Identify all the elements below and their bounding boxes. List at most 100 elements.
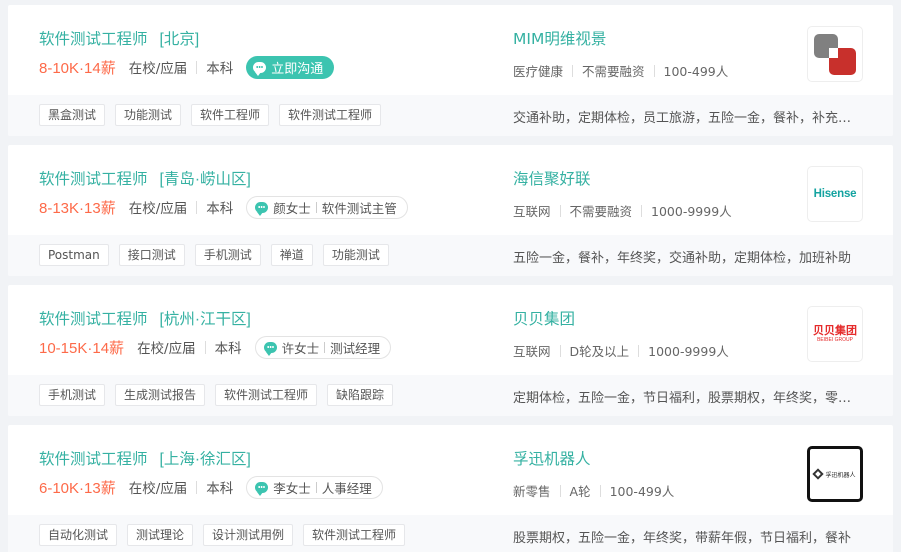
company-logo[interactable] bbox=[807, 26, 863, 82]
skill-tag: 手机测试 bbox=[39, 384, 106, 406]
skill-tag: 软件测试工程师 bbox=[215, 384, 318, 406]
skill-tag: 禅道 bbox=[270, 244, 313, 266]
skill-tag: Postman bbox=[39, 244, 109, 266]
company-size: 100-499人 bbox=[663, 64, 729, 79]
divider bbox=[196, 200, 198, 214]
skill-tag: 软件测试工程师 bbox=[303, 524, 406, 546]
card-footer: 自动化测试 测试理论 设计测试用例 软件测试工程师 股票期权，五险一金，年终奖，… bbox=[8, 515, 893, 552]
company-name[interactable]: 孚迅机器人 bbox=[513, 447, 591, 469]
chat-bubble-icon bbox=[255, 201, 269, 216]
company-name[interactable]: MIM明维视景 bbox=[513, 27, 606, 49]
divider bbox=[653, 64, 655, 77]
card-footer: 黑盒测试 功能测试 软件工程师 软件测试工程师 交通补助，定期体检，员工旅游，五… bbox=[8, 95, 893, 136]
company-logo[interactable]: 孚迅机器人 bbox=[807, 446, 863, 502]
divider bbox=[204, 340, 206, 354]
job-card[interactable]: 软件测试工程师 [上海·徐汇区] 6-10K·13薪 在校/应届 本科 李女士 人… bbox=[8, 425, 893, 552]
divider bbox=[559, 484, 561, 497]
recruiter-pill[interactable]: 李女士 人事经理 bbox=[246, 475, 383, 499]
company-stage: D轮及以上 bbox=[569, 344, 630, 359]
recruiter-pill[interactable]: 颜女士 软件测试主管 bbox=[246, 195, 408, 219]
degree: 本科 bbox=[206, 481, 234, 497]
job-area: [上海·徐汇区] bbox=[159, 451, 251, 468]
company-info: 互联网 D轮及以上 1000-9999人 bbox=[513, 341, 729, 360]
job-area: [北京] bbox=[159, 31, 200, 48]
divider bbox=[196, 480, 198, 494]
chat-bubble-icon bbox=[253, 61, 267, 76]
divider bbox=[638, 344, 640, 357]
job-title[interactable]: 软件测试工程师 [上海·徐汇区] bbox=[39, 447, 251, 469]
recruiter-pill[interactable]: 许女士 测试经理 bbox=[254, 335, 392, 359]
recruiter-name: 颜女士 bbox=[273, 200, 311, 216]
hisense-logo: Hisense bbox=[813, 188, 857, 200]
fuxun-logo-text: 孚迅机器人 bbox=[825, 471, 856, 479]
divider bbox=[641, 204, 643, 217]
job-name[interactable]: 软件测试工程师 bbox=[39, 171, 148, 188]
job-area: [杭州·江干区] bbox=[159, 311, 251, 328]
company-logo[interactable]: Hisense bbox=[807, 166, 863, 222]
job-card[interactable]: 软件测试工程师 [杭州·江干区] 10-15K·14薪 在校/应届 本科 许女士 … bbox=[8, 285, 893, 416]
job-title[interactable]: 软件测试工程师 [北京] bbox=[39, 27, 199, 49]
job-name[interactable]: 软件测试工程师 bbox=[39, 451, 148, 468]
divider bbox=[324, 341, 326, 353]
experience: 在校/应届 bbox=[128, 61, 188, 77]
job-title[interactable]: 软件测试工程师 [杭州·江干区] bbox=[39, 307, 251, 329]
chat-bubble-icon bbox=[263, 341, 277, 356]
skill-tag: 功能测试 bbox=[322, 244, 389, 266]
skill-tag: 软件工程师 bbox=[191, 104, 270, 126]
company-info: 新零售 A轮 100-499人 bbox=[513, 481, 674, 500]
mim-logo-icon bbox=[814, 34, 856, 75]
company-info: 医疗健康 不需要融资 100-499人 bbox=[513, 61, 728, 80]
company-name[interactable]: 贝贝集团 bbox=[513, 307, 575, 329]
company-stage: 不需要融资 bbox=[569, 204, 633, 219]
recruiter-title: 软件测试主管 bbox=[321, 200, 397, 216]
skill-tag: 黑盒测试 bbox=[39, 104, 106, 126]
company-industry: 互联网 bbox=[513, 204, 551, 219]
card-footer: Postman 接口测试 手机测试 禅道 功能测试 五险一金，餐补，年终奖，交通… bbox=[8, 235, 893, 276]
company-industry: 医疗健康 bbox=[513, 64, 564, 79]
divider bbox=[315, 481, 317, 493]
skill-tag: 软件测试工程师 bbox=[279, 104, 382, 126]
divider bbox=[315, 201, 317, 213]
divider bbox=[559, 344, 561, 357]
job-name[interactable]: 软件测试工程师 bbox=[39, 31, 148, 48]
company-industry: 互联网 bbox=[513, 344, 551, 359]
company-size: 1000-9999人 bbox=[651, 204, 732, 219]
recruiter-title: 测试经理 bbox=[330, 340, 381, 356]
salary: 10-15K·14薪 bbox=[39, 339, 125, 357]
salary: 8-13K·13薪 bbox=[39, 199, 116, 217]
skill-tag: 缺陷跟踪 bbox=[327, 384, 394, 406]
job-area: [青岛·崂山区] bbox=[159, 171, 251, 188]
chat-now-label: 立即沟通 bbox=[271, 61, 324, 77]
company-logo[interactable]: 贝贝集团 BEIBEI GROUP bbox=[807, 306, 863, 362]
job-name[interactable]: 软件测试工程师 bbox=[39, 311, 148, 328]
job-title[interactable]: 软件测试工程师 [青岛·崂山区] bbox=[39, 167, 251, 189]
skill-tags: 手机测试 生成测试报告 软件测试工程师 缺陷跟踪 bbox=[39, 384, 403, 406]
chat-bubble-icon bbox=[255, 481, 269, 496]
skill-tag: 手机测试 bbox=[194, 244, 261, 266]
degree: 本科 bbox=[206, 61, 234, 77]
degree: 本科 bbox=[214, 341, 242, 357]
skill-tag: 功能测试 bbox=[115, 104, 182, 126]
skill-tag: 接口测试 bbox=[118, 244, 185, 266]
experience: 在校/应届 bbox=[128, 481, 188, 497]
job-card[interactable]: 软件测试工程师 [青岛·崂山区] 8-13K·13薪 在校/应届 本科 颜女士 软… bbox=[8, 145, 893, 276]
salary: 6-10K·13薪 bbox=[39, 479, 116, 497]
welfare-list: 股票期权，五险一金，年终奖，带薪年假，节日福利，餐补 bbox=[513, 531, 852, 546]
skill-tags: Postman 接口测试 手机测试 禅道 功能测试 bbox=[39, 244, 399, 266]
skill-tag: 设计测试用例 bbox=[203, 524, 294, 546]
welfare-list: 交通补助，定期体检，员工旅游，五险一金，餐补，补充医疗保险 bbox=[513, 111, 858, 126]
experience: 在校/应届 bbox=[137, 341, 196, 357]
job-info: 8-13K·13薪 在校/应届 本科 颜女士 软件测试主管 bbox=[39, 195, 408, 219]
recruiter-title: 人事经理 bbox=[321, 480, 372, 496]
skill-tag: 测试理论 bbox=[127, 524, 194, 546]
skill-tag: 自动化测试 bbox=[39, 524, 118, 546]
company-info: 互联网 不需要融资 1000-9999人 bbox=[513, 201, 732, 220]
job-card[interactable]: 软件测试工程师 [北京] 8-10K·14薪 在校/应届 本科 立即沟通 MIM明… bbox=[8, 5, 893, 136]
company-name[interactable]: 海信聚好联 bbox=[513, 167, 591, 189]
salary: 8-10K·14薪 bbox=[39, 59, 116, 77]
welfare-list: 五险一金，餐补，年终奖，交通补助，定期体检，加班补助 bbox=[513, 251, 852, 266]
chat-now-button[interactable]: 立即沟通 bbox=[246, 55, 335, 79]
divider bbox=[559, 204, 561, 217]
company-industry: 新零售 bbox=[513, 484, 551, 499]
divider bbox=[196, 60, 198, 74]
